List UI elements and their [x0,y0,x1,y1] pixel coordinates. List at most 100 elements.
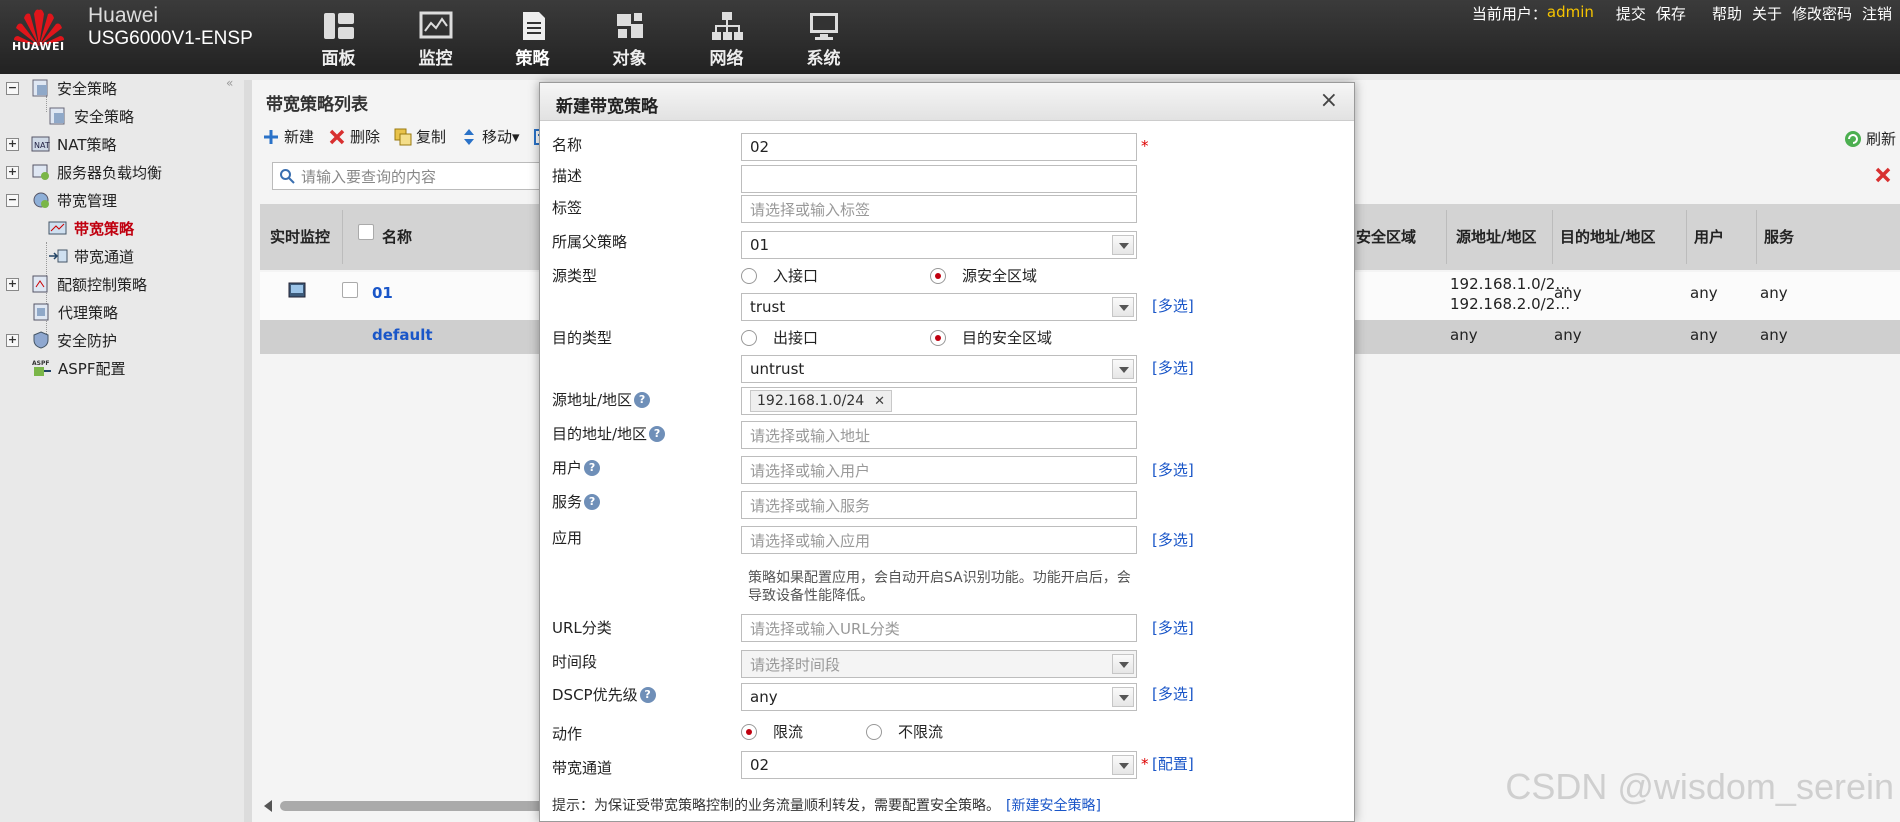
sidebar-item-bandwidth-policy[interactable]: 带宽策略 [48,216,134,240]
expand-toggle-icon[interactable]: + [6,165,19,179]
service-field[interactable]: 请选择或输入服务 [741,491,1137,519]
logout-link[interactable]: 注销 [1862,3,1892,24]
sidebar-item-proxy-policy[interactable]: 代理策略 [32,300,118,324]
sidebar-item-bandwidth-management[interactable]: − 带宽管理 [6,188,117,212]
description-field[interactable] [741,165,1137,193]
expand-toggle-icon[interactable]: + [6,277,19,291]
parent-policy-select[interactable]: 01 [741,231,1137,259]
column-header-destination-address[interactable]: 目的地址/地区 [1560,226,1655,247]
user-bar: 当前用户： admin 提交 保存 帮助 关于 修改密码 注销 [1472,3,1892,24]
dscp-multiselect-link[interactable]: [多选] [1152,683,1194,704]
source-zone-select[interactable]: trust [741,293,1137,321]
user-field[interactable]: 请选择或输入用户 [741,456,1137,484]
remove-tag-icon[interactable]: ✕ [874,394,885,409]
help-question-icon[interactable]: ? [584,459,601,476]
radio-ingress-interface[interactable]: 入接口 [741,265,818,286]
column-header-monitor[interactable]: 实时监控 [270,226,330,247]
commit-link[interactable]: 提交 [1616,3,1646,24]
realtime-monitor-icon[interactable] [288,282,306,298]
source-zone-multiselect-link[interactable]: [多选] [1152,295,1194,316]
nav-dashboard[interactable]: 面板 [290,0,387,74]
sidebar-item-server-load-balancing[interactable]: + 服务器负载均衡 [6,160,162,184]
dscp-priority-select[interactable]: any [741,683,1137,711]
column-header-user[interactable]: 用户 [1694,226,1724,247]
destination-address-field[interactable]: 请选择或输入地址 [741,421,1137,449]
sidebar-item-security-protection[interactable]: + 安全防护 [6,328,117,352]
button-label: 移动▾ [482,128,520,146]
help-question-icon[interactable]: ? [634,391,651,408]
chevron-down-icon[interactable] [1112,359,1134,379]
sidebar-item-security-policy-group[interactable]: − 安全策略 [6,76,117,100]
configure-channel-link[interactable]: [配置] [1152,753,1194,774]
collapse-sidebar-icon[interactable]: « [226,76,233,90]
sidebar-item-security-policy[interactable]: 安全策略 [48,104,134,128]
name-field[interactable]: 02 [741,133,1137,161]
change-password-link[interactable]: 修改密码 [1792,3,1852,24]
object-icon [616,13,643,38]
destination-zone-multiselect-link[interactable]: [多选] [1152,357,1194,378]
column-header-source-address[interactable]: 源地址/地区 [1456,226,1536,247]
search-input[interactable]: 请输入要查询的内容 [272,162,572,190]
about-link[interactable]: 关于 [1752,3,1782,24]
select-all-checkbox[interactable] [358,224,374,240]
application-field[interactable]: 请选择或输入应用 [741,526,1137,554]
column-header-source-zone[interactable]: 安全区域 [1356,226,1416,247]
nav-system[interactable]: 系统 [775,0,872,74]
sidebar-item-quota-control-policy[interactable]: + 配额控制策略 [6,272,147,296]
tag-field[interactable]: 请选择或输入标签 [741,195,1137,223]
url-category-field[interactable]: 请选择或输入URL分类 [741,614,1137,642]
radio-rate-limit[interactable]: 限流 [741,721,803,742]
nav-network[interactable]: 网络 [678,0,775,74]
help-question-icon[interactable]: ? [584,493,601,510]
nav-monitor[interactable]: 监控 [387,0,484,74]
close-icon[interactable]: × [1320,88,1338,113]
radio-no-rate-limit[interactable]: 不限流 [866,721,943,742]
application-multiselect-link[interactable]: [多选] [1152,529,1194,550]
user-multiselect-link[interactable]: [多选] [1152,459,1194,480]
move-button[interactable]: 移动▾ [460,126,520,147]
chevron-down-icon[interactable] [1112,755,1134,775]
sidebar-item-aspf-config[interactable]: ASPF ASPF配置 [32,356,125,380]
collapse-toggle-icon[interactable]: − [6,81,19,95]
tag-text: 192.168.1.0/24 [757,393,865,409]
address-tag: 192.168.1.0/24 ✕ [750,390,893,412]
clear-search-icon[interactable] [1874,166,1892,184]
save-link[interactable]: 保存 [1656,3,1686,24]
new-security-policy-link[interactable]: [新建安全策略] [1006,798,1101,814]
radio-source-zone[interactable]: 源安全区域 [930,265,1037,286]
collapse-toggle-icon[interactable]: − [6,193,19,207]
new-button[interactable]: 新建 [262,126,314,147]
chevron-down-icon[interactable] [1112,654,1134,674]
sidebar-item-bandwidth-channel[interactable]: 带宽通道 [48,244,134,268]
expand-toggle-icon[interactable]: + [6,333,19,347]
help-question-icon[interactable]: ? [639,686,656,703]
policy-name-link[interactable]: 01 [372,284,393,302]
url-category-multiselect-link[interactable]: [多选] [1152,617,1194,638]
policy-name-link[interactable]: default [372,326,433,344]
column-header-name[interactable]: 名称 [382,226,412,247]
refresh-button[interactable]: 刷新 [1844,128,1896,149]
help-question-icon[interactable]: ? [649,425,666,442]
chevron-down-icon[interactable] [1112,297,1134,317]
bandwidth-channel-select[interactable]: 02 [741,751,1137,779]
sidebar-item-nat-policy[interactable]: + NAT NAT策略 [6,132,116,156]
column-header-service[interactable]: 服务 [1764,226,1794,247]
sidebar-item-label: 配额控制策略 [57,275,148,294]
chevron-down-icon[interactable] [1112,687,1134,707]
radio-egress-interface[interactable]: 出接口 [741,327,818,348]
source-address-field[interactable]: 192.168.1.0/24 ✕ [741,387,1137,415]
dialog-tip: 提示：为保证受带宽策略控制的业务流量顺利转发，需要配置安全策略。 [新建安全策略] [552,795,1101,815]
nav-policy[interactable]: 策略 [484,0,581,74]
radio-destination-zone[interactable]: 目的安全区域 [930,327,1052,348]
horizontal-scrollbar[interactable] [260,798,560,814]
nav-object[interactable]: 对象 [581,0,678,74]
copy-button[interactable]: 复制 [394,126,446,147]
sidebar-item-label: ASPF配置 [58,359,126,378]
delete-button[interactable]: 删除 [328,126,380,147]
row-checkbox[interactable] [342,282,358,298]
time-range-select[interactable]: 请选择时间段 [741,650,1137,678]
destination-zone-select[interactable]: untrust [741,355,1137,383]
help-link[interactable]: 帮助 [1712,3,1742,24]
expand-toggle-icon[interactable]: + [6,137,19,151]
chevron-down-icon[interactable] [1112,235,1134,255]
